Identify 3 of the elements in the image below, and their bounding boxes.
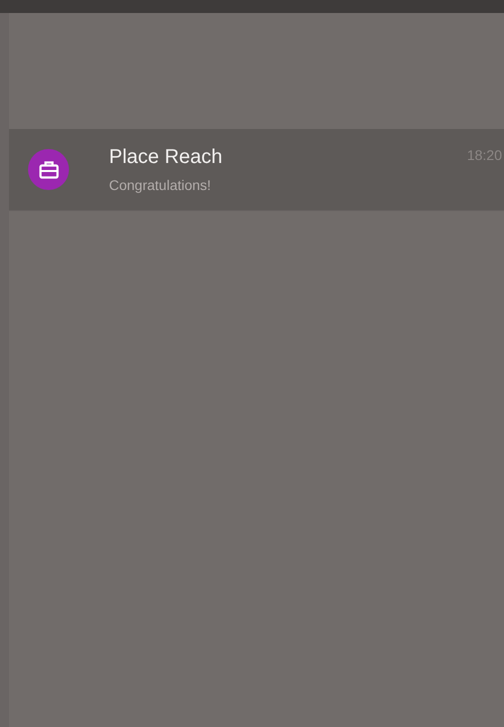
notification-text: Congratulations! xyxy=(109,177,212,193)
notification-title: Place Reach xyxy=(109,146,222,169)
briefcase-icon xyxy=(28,149,69,190)
